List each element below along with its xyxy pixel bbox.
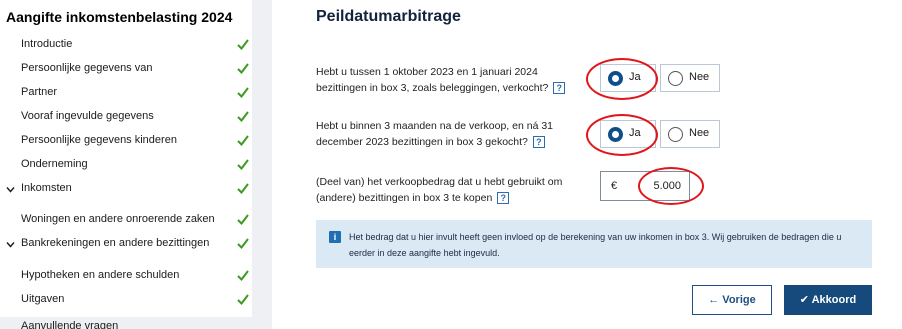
sidebar-item-onderneming[interactable]: Onderneming [0, 155, 252, 177]
check-icon [237, 238, 249, 250]
chevron-down-icon[interactable] [6, 240, 15, 249]
sidebar-item-partner[interactable]: Partner [0, 83, 252, 105]
chevron-down-icon[interactable] [6, 185, 15, 194]
question-gekocht: Hebt u binnen 3 maanden na de verkoop, e… [316, 118, 586, 150]
radio-label: Ja [629, 127, 641, 139]
sidebar-item-uitgaven[interactable]: Uitgaven [0, 290, 252, 312]
sidebar-item-label: Hypotheken en andere schulden [21, 269, 180, 281]
info-text: Het bedrag dat u hier invult heeft geen … [349, 232, 842, 258]
sidebar-item-persoonlijke-gegevens[interactable]: Persoonlijke gegevens van [0, 59, 252, 81]
previous-button[interactable]: ← Vorige [692, 285, 772, 315]
check-icon [237, 135, 249, 147]
currency-symbol: € [611, 180, 618, 192]
sidebar-item-label: Woningen en andere onroerende zaken [21, 213, 215, 225]
sidebar-item-label: Persoonlijke gegevens van [21, 62, 153, 74]
sidebar-item-bankrekeningen[interactable]: Bankrekeningen en andere bezittingen [0, 234, 252, 256]
question-verkocht: Hebt u tussen 1 oktober 2023 en 1 januar… [316, 64, 586, 96]
question-text: (Deel van) het verkoopbedrag dat u hebt … [316, 176, 563, 204]
info-panel: i Het bedrag dat u hier invult heeft gee… [316, 220, 872, 268]
radio-verkocht-ja[interactable]: Ja [600, 64, 656, 92]
check-icon [237, 270, 249, 282]
sidebar-item-aanvullende-vragen[interactable]: Aanvullende vragen [0, 317, 252, 329]
sidebar-title: Aangifte inkomstenbelasting 2024 [6, 9, 233, 25]
check-icon [237, 87, 249, 99]
radio-gekocht-nee[interactable]: Nee [660, 120, 720, 148]
sidebar-item-hypotheken[interactable]: Hypotheken en andere schulden [0, 266, 252, 288]
radio-label: Nee [689, 127, 710, 139]
sidebar-item-gegevens-kinderen[interactable]: Persoonlijke gegevens kinderen [0, 131, 252, 153]
sidebar-item-label: Vooraf ingevulde gegevens [21, 110, 154, 122]
sidebar-divider [252, 0, 272, 329]
sidebar-navigation: Aangifte inkomstenbelasting 2024 Introdu… [0, 0, 252, 329]
check-icon [237, 214, 249, 226]
sidebar-item-label: Uitgaven [21, 293, 65, 305]
page-title: Peildatumarbitrage [316, 8, 461, 25]
sidebar-item-label: Aanvullende vragen [21, 320, 119, 329]
radio-verkocht-nee[interactable]: Nee [660, 64, 720, 92]
sidebar-item-woningen[interactable]: Woningen en andere onroerende zaken [0, 210, 252, 232]
radio-button-selected[interactable] [608, 71, 623, 86]
sidebar-item-inkomsten[interactable]: Inkomsten [0, 179, 252, 201]
radio-gekocht-ja[interactable]: Ja [600, 120, 656, 148]
check-icon [237, 39, 249, 51]
sidebar-item-label: Bankrekeningen en andere bezittingen [21, 237, 210, 249]
amount-input[interactable]: € 5.000 [600, 171, 690, 201]
radio-button[interactable] [668, 127, 683, 142]
radio-label: Nee [689, 71, 710, 83]
question-text: Hebt u binnen 3 maanden na de verkoop, e… [316, 120, 554, 148]
check-icon [237, 159, 249, 171]
sidebar-item-vooraf-ingevulde-gegevens[interactable]: Vooraf ingevulde gegevens [0, 107, 252, 129]
radio-label: Ja [629, 71, 641, 83]
confirm-button[interactable]: ✔ Akkoord [784, 285, 872, 315]
sidebar-item-label: Introductie [21, 38, 73, 50]
check-icon [237, 183, 249, 195]
sidebar-item-label: Partner [21, 86, 58, 98]
help-icon[interactable]: ? [532, 136, 545, 149]
check-icon [237, 294, 249, 306]
radio-button-selected[interactable] [608, 127, 623, 142]
question-verkoopbedrag: (Deel van) het verkoopbedrag dat u hebt … [316, 174, 586, 206]
help-icon[interactable]: ? [497, 192, 510, 205]
amount-value[interactable]: 5.000 [653, 180, 681, 192]
help-icon[interactable]: ? [553, 82, 566, 95]
sidebar-item-label: Inkomsten [21, 182, 72, 194]
radio-button[interactable] [668, 71, 683, 86]
info-icon: i [329, 231, 341, 243]
sidebar-item-label: Onderneming [21, 158, 88, 170]
question-text: Hebt u tussen 1 oktober 2023 en 1 januar… [316, 66, 549, 94]
sidebar-item-label: Persoonlijke gegevens kinderen [21, 134, 177, 146]
check-icon [237, 111, 249, 123]
check-icon [237, 63, 249, 75]
sidebar-item-introductie[interactable]: Introductie [0, 35, 252, 57]
main-content: Peildatumarbitrage Hebt u tussen 1 oktob… [272, 0, 902, 329]
